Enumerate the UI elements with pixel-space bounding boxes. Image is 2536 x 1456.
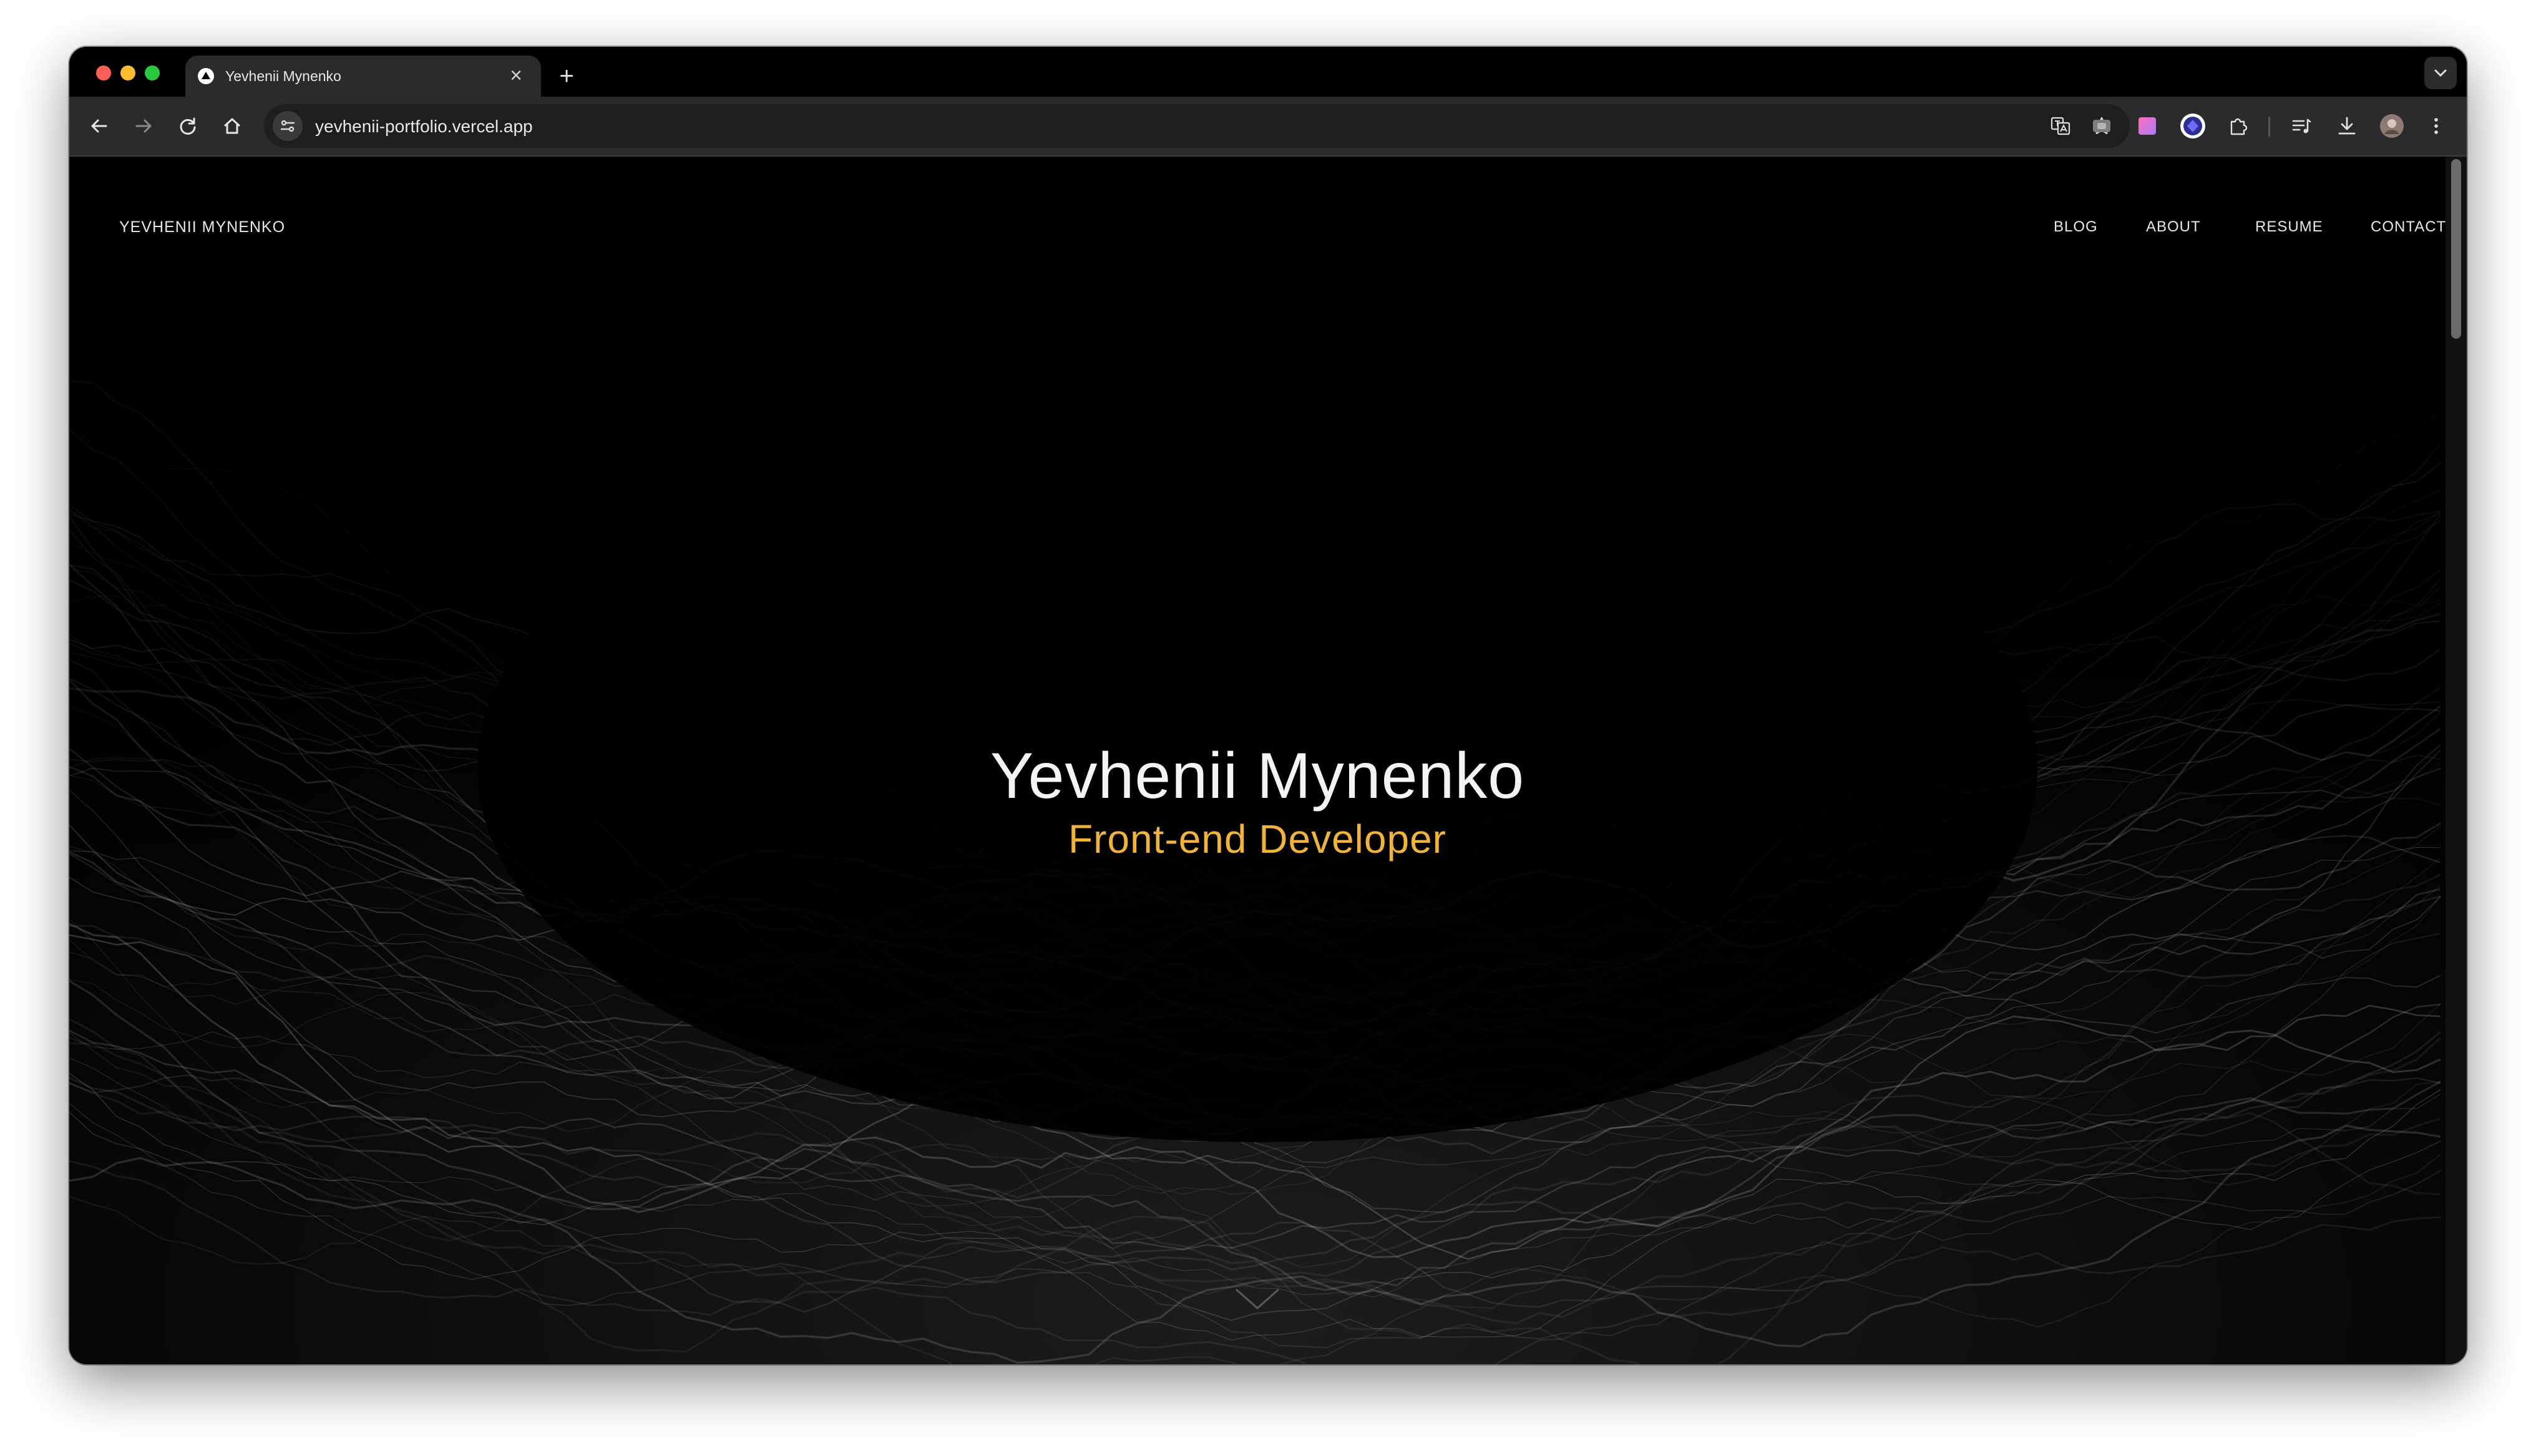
nav-link-resume[interactable]: RESUME bbox=[2255, 218, 2323, 236]
more-menu-icon bbox=[2434, 118, 2438, 134]
site-brand[interactable]: YEVHENII MYNENKO bbox=[119, 218, 285, 236]
url-text: yevhenii-portfolio.vercel.app bbox=[315, 117, 533, 136]
active-tab[interactable]: Yevhenii Mynenko × bbox=[185, 56, 541, 97]
extension-1-icon bbox=[2093, 120, 2110, 132]
scrollbar-thumb[interactable] bbox=[2451, 159, 2461, 339]
translate-icon bbox=[2051, 117, 2070, 135]
profile-button[interactable] bbox=[2376, 110, 2407, 142]
toolbar-divider bbox=[2268, 117, 2270, 137]
close-tab-icon[interactable]: × bbox=[504, 63, 529, 88]
page-scrollbar[interactable] bbox=[2446, 157, 2467, 1364]
tab-title: Yevhenii Mynenko bbox=[225, 68, 341, 84]
translate-button[interactable] bbox=[2049, 114, 2072, 138]
forward-icon bbox=[135, 119, 152, 133]
extension-2-icon bbox=[2139, 117, 2156, 135]
more-menu-button[interactable] bbox=[2421, 110, 2452, 142]
page-viewport: YEVHENII MYNENKO BLOG ABOUT RESUME CONTA… bbox=[69, 157, 2446, 1364]
reload-icon bbox=[180, 117, 196, 135]
tab-strip: Yevhenii Mynenko × + bbox=[69, 47, 2467, 97]
close-window-button[interactable] bbox=[96, 66, 111, 80]
site-info-icon bbox=[280, 120, 295, 132]
tab-search-button[interactable] bbox=[2424, 57, 2457, 89]
minimize-window-button[interactable] bbox=[120, 66, 135, 80]
hero-title: Yevhenii Mynenko bbox=[990, 740, 1525, 812]
home-button[interactable] bbox=[215, 109, 249, 143]
extension-3-button[interactable] bbox=[2177, 110, 2208, 142]
extensions-puzzle-icon bbox=[2230, 118, 2248, 135]
browser-window: Yevhenii Mynenko × + yevhenii-portfolio.… bbox=[69, 47, 2467, 1364]
download-icon bbox=[2338, 117, 2356, 135]
nav-link-about[interactable]: ABOUT bbox=[2146, 218, 2201, 236]
reading-list-button[interactable] bbox=[2286, 110, 2317, 142]
site-info-button[interactable] bbox=[273, 111, 303, 141]
new-tab-button[interactable]: + bbox=[551, 61, 582, 92]
nav-link-contact[interactable]: CONTACT bbox=[2371, 218, 2446, 236]
extension-3-icon bbox=[2180, 114, 2205, 138]
address-bar[interactable]: yevhenii-portfolio.vercel.app bbox=[264, 104, 2130, 148]
back-button[interactable] bbox=[82, 109, 116, 143]
nav-link-blog[interactable]: BLOG bbox=[2054, 218, 2098, 236]
home-icon bbox=[224, 118, 240, 134]
extensions-button[interactable] bbox=[2223, 110, 2254, 142]
chevron-down-icon[interactable] bbox=[1234, 1286, 1281, 1311]
vercel-favicon-icon bbox=[198, 68, 214, 84]
browser-toolbar: yevhenii-portfolio.vercel.app bbox=[69, 97, 2467, 157]
maximize-window-button[interactable] bbox=[145, 66, 160, 80]
extension-2-button[interactable] bbox=[2132, 110, 2163, 142]
hero-subtitle: Front-end Developer bbox=[1068, 817, 1446, 861]
reading-list-icon bbox=[2292, 119, 2311, 133]
chevron-down-icon bbox=[2434, 69, 2447, 77]
reload-button[interactable] bbox=[171, 109, 205, 143]
back-icon bbox=[91, 119, 107, 133]
forward-button[interactable] bbox=[127, 109, 160, 143]
profile-avatar bbox=[2380, 114, 2404, 138]
downloads-button[interactable] bbox=[2331, 110, 2363, 142]
extension-1-button[interactable] bbox=[2086, 110, 2117, 142]
